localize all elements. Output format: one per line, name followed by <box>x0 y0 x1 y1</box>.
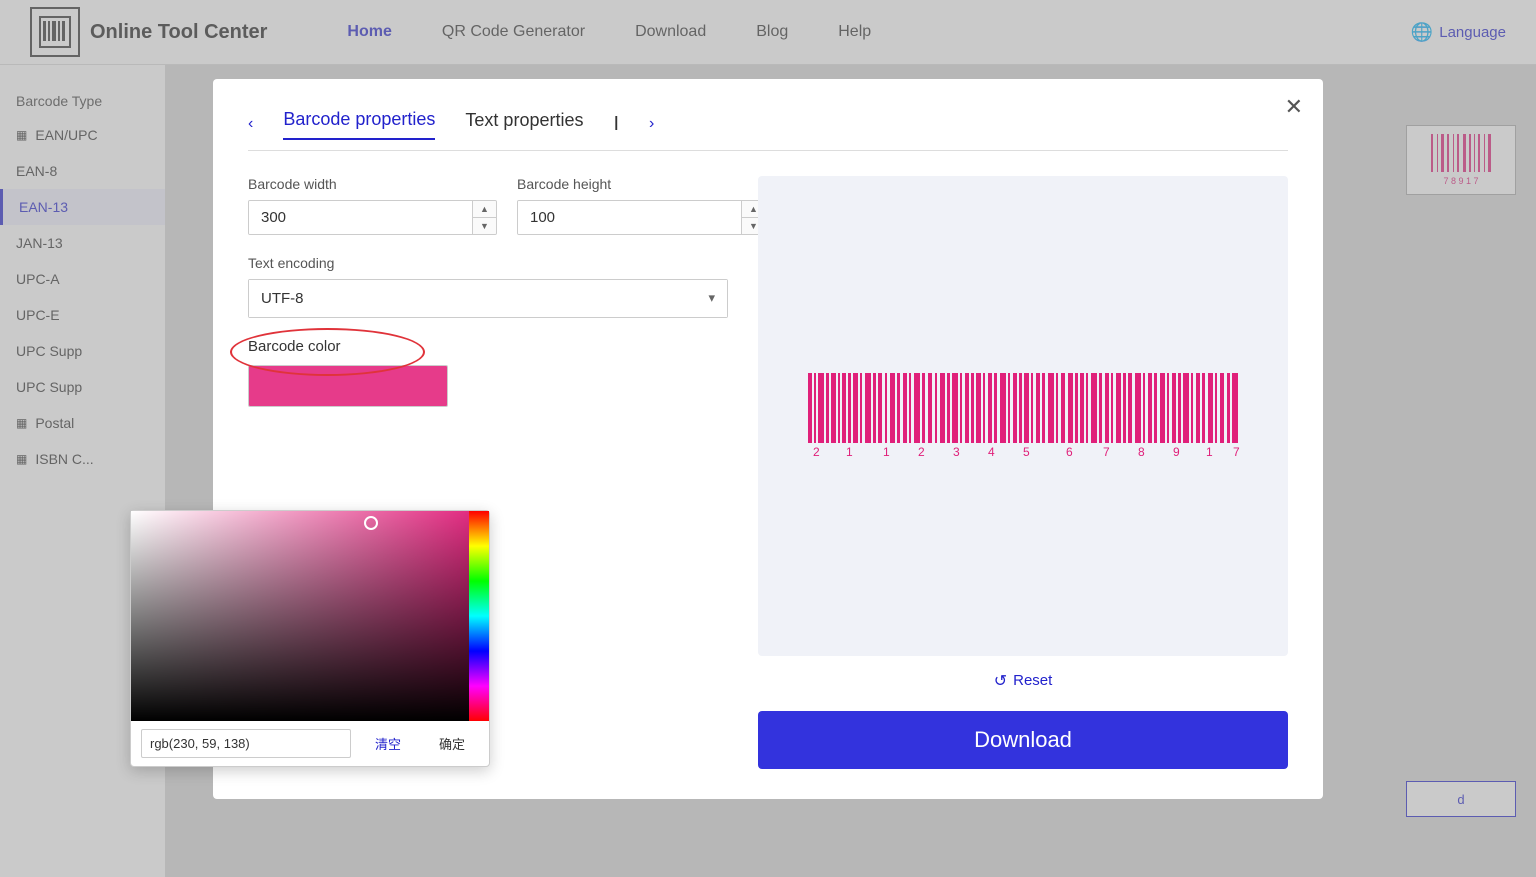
svg-text:2: 2 <box>918 445 925 458</box>
barcode-height-input-wrap: ▲ ▼ <box>517 200 766 235</box>
svg-text:1: 1 <box>883 445 890 458</box>
svg-text:4: 4 <box>988 445 995 458</box>
picker-bottom: 清空 确定 <box>131 721 489 758</box>
hue-slider[interactable] <box>469 511 489 721</box>
tab-arrow-left[interactable]: ‹ <box>248 115 253 133</box>
reset-button[interactable]: ↺ Reset <box>994 671 1053 691</box>
color-group: Barcode color <box>248 338 728 407</box>
modal-tabs: ‹ Barcode properties Text properties I › <box>248 109 1288 151</box>
modal-close-button[interactable]: ✕ <box>1285 94 1303 120</box>
tab-arrow-right[interactable]: › <box>649 115 654 133</box>
barcode-height-input[interactable] <box>518 201 741 234</box>
color-picker: 清空 确定 <box>130 510 490 767</box>
encoding-select[interactable]: UTF-8 ISO-8859-1 ASCII <box>249 280 727 317</box>
picker-cursor <box>364 516 378 530</box>
barcode-height-group: Barcode height ▲ ▼ <box>517 176 766 235</box>
rgb-input[interactable] <box>141 729 351 758</box>
reset-icon: ↺ <box>994 671 1007 691</box>
encoding-group: Text encoding UTF-8 ISO-8859-1 ASCII ▾ <box>248 255 728 318</box>
reset-label: Reset <box>1013 672 1052 689</box>
modal-right-panel: 2 1 1 2 3 4 5 6 7 8 9 1 7 <box>758 176 1288 769</box>
svg-text:7: 7 <box>1233 445 1240 458</box>
tab-barcode-properties[interactable]: Barcode properties <box>283 109 435 140</box>
color-label: Barcode color <box>248 338 341 355</box>
color-gradient[interactable] <box>131 511 489 721</box>
svg-text:7: 7 <box>1103 445 1110 458</box>
svg-text:5: 5 <box>1023 445 1030 458</box>
color-swatch[interactable] <box>248 365 448 407</box>
barcode-width-input-wrap: ▲ ▼ <box>248 200 497 235</box>
picker-confirm-button[interactable]: 确定 <box>425 729 479 758</box>
svg-text:8: 8 <box>1138 445 1145 458</box>
barcode-image: 2 1 1 2 3 4 5 6 7 8 9 1 7 <box>798 373 1248 458</box>
width-up-btn[interactable]: ▲ <box>473 201 496 217</box>
cursor-icon: I <box>613 113 619 136</box>
width-down-btn[interactable]: ▼ <box>473 217 496 234</box>
download-button[interactable]: Download <box>758 711 1288 769</box>
barcode-width-group: Barcode width ▲ ▼ <box>248 176 497 235</box>
svg-text:3: 3 <box>953 445 960 458</box>
svg-text:1: 1 <box>1206 445 1213 458</box>
color-picker-area[interactable] <box>131 511 489 721</box>
svg-text:6: 6 <box>1066 445 1073 458</box>
barcode-width-input[interactable] <box>249 201 472 234</box>
encoding-select-wrap: UTF-8 ISO-8859-1 ASCII ▾ <box>248 279 728 318</box>
tab-text-properties[interactable]: Text properties <box>465 110 583 139</box>
barcode-preview-area: 2 1 1 2 3 4 5 6 7 8 9 1 7 <box>758 176 1288 656</box>
barcode-height-label: Barcode height <box>517 176 766 192</box>
svg-text:9: 9 <box>1173 445 1180 458</box>
svg-text:2: 2 <box>813 445 820 458</box>
barcode-width-label: Barcode width <box>248 176 497 192</box>
dimensions-row: Barcode width ▲ ▼ Barcode height <box>248 176 728 235</box>
width-spinners: ▲ ▼ <box>472 201 496 234</box>
svg-text:1: 1 <box>846 445 853 458</box>
picker-clear-button[interactable]: 清空 <box>361 729 415 758</box>
barcode-svg: 2 1 1 2 3 4 5 6 7 8 9 1 7 <box>798 373 1248 458</box>
encoding-label: Text encoding <box>248 255 728 271</box>
